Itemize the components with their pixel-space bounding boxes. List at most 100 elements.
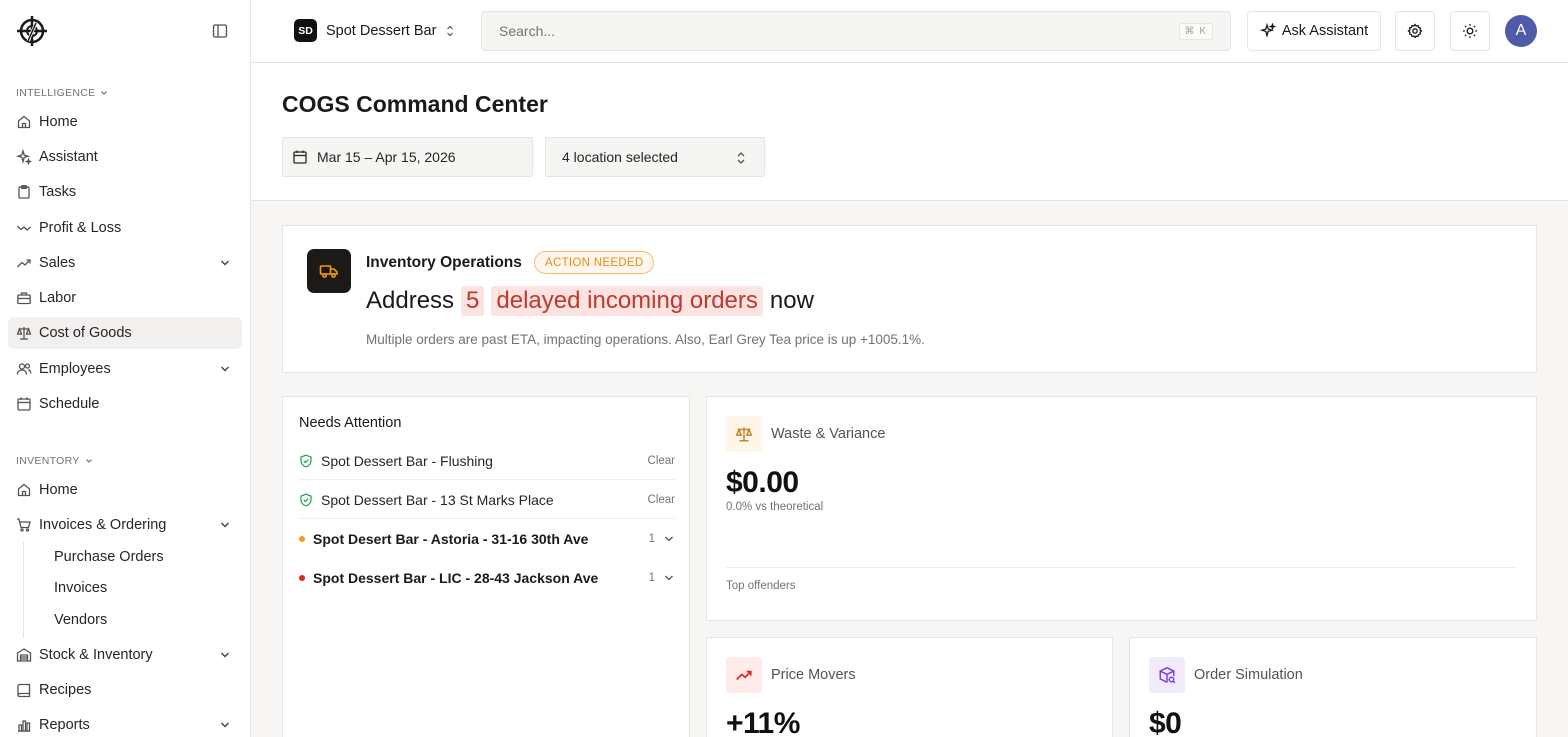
location-row[interactable]: Spot Dessert Bar - LIC - 28-43 Jackson A… [299, 559, 675, 597]
order-simulation-card[interactable]: Order Simulation $0 [1129, 637, 1537, 737]
date-range-value: Mar 15 – Apr 15, 2026 [317, 149, 456, 165]
sidebar-item-label: Invoices & Ordering [39, 517, 167, 533]
location-name: Spot Desert Bar - Astoria - 31-16 30th A… [313, 531, 589, 547]
location-status: Clear [648, 494, 675, 506]
sidebar-item-label: Cost of Goods [39, 325, 132, 341]
home-icon [17, 115, 31, 129]
theme-toggle-button[interactable] [1450, 11, 1490, 51]
submenu-guide-line [23, 542, 24, 638]
ask-assistant-button[interactable]: Ask Assistant [1247, 11, 1381, 51]
issue-count: 1 [648, 533, 655, 545]
clipboard-icon [18, 185, 30, 199]
waste-variance-card[interactable]: Waste & Variance $0.00 0.0% vs theoretic… [706, 396, 1537, 621]
sidebar-item-cost-of-goods[interactable]: Cost of Goods [8, 317, 242, 349]
chevron-updown-icon [447, 25, 454, 36]
sidebar-subitem-purchase-orders[interactable]: Purchase Orders [54, 549, 164, 565]
clear-label: Clear [647, 454, 675, 467]
alert-headline-prefix: Address [366, 287, 455, 314]
sidebar-item-sales[interactable]: Sales [8, 247, 242, 279]
sidebar-item-label: Profit & Loss [39, 220, 122, 236]
sidebar-subitem-invoices[interactable]: Invoices [54, 580, 107, 596]
top-offenders-label: Top offenders [726, 580, 796, 592]
sidebar-item-label: Stock & Inventory [39, 647, 153, 663]
org-badge: SD [294, 19, 317, 42]
location-row[interactable]: Spot Dessert Bar - 13 St Marks Place Cle… [299, 481, 675, 519]
shield-check-icon [300, 454, 312, 467]
location-select-value: 4 location selected [562, 149, 678, 165]
location-row[interactable]: Spot Desert Bar - Astoria - 31-16 30th A… [299, 520, 675, 558]
waste-icon-box [726, 416, 762, 452]
sidebar-item-stock-inventory[interactable]: Stock & Inventory [8, 639, 242, 671]
sidebar-item-tasks[interactable]: Tasks [8, 176, 242, 208]
page-title: COGS Command Center [282, 91, 548, 117]
location-name: Spot Dessert Bar - 13 St Marks Place [321, 491, 554, 508]
sidebar-item-label: Employees [39, 361, 111, 377]
warning-dot-icon [299, 536, 305, 542]
chevron-down-icon[interactable] [663, 572, 675, 584]
search-shortcut-badge: ⌘ K [1178, 23, 1213, 40]
sidebar-toggle-icon[interactable] [212, 23, 230, 39]
app-logo-icon[interactable] [16, 15, 48, 47]
trending-up-icon [17, 259, 31, 268]
chevron-down-icon[interactable] [663, 533, 675, 545]
sparkle-icon [1259, 23, 1276, 38]
chevron-down-icon [85, 459, 92, 463]
alert-description: Multiple orders are past ETA, impacting … [366, 332, 925, 347]
cart-icon [17, 518, 31, 532]
warehouse-icon [16, 648, 32, 662]
sidebar-subitem-vendors[interactable]: Vendors [54, 612, 107, 628]
user-avatar[interactable]: A [1505, 15, 1537, 47]
section-intelligence[interactable]: INTELLIGENCE [16, 87, 109, 99]
sidebar-item-reports[interactable]: Reports [8, 709, 242, 737]
search-placeholder: Search... [499, 23, 556, 39]
users-icon [16, 363, 32, 375]
location-row[interactable]: Spot Dessert Bar - Flushing Clear [299, 442, 675, 480]
sidebar-item-inventory-home[interactable]: Home [8, 474, 242, 506]
divider [726, 567, 1517, 568]
sidebar-item-invoices-ordering[interactable]: Invoices & Ordering [8, 509, 242, 541]
sidebar-item-label: Labor [39, 290, 77, 306]
settings-button[interactable] [1395, 11, 1435, 51]
alert-headline: Address 5 delayed incoming orders now [366, 286, 814, 316]
scale-icon [16, 327, 32, 340]
sidebar-item-employees[interactable]: Employees [8, 353, 242, 385]
price-movers-card[interactable]: Price Movers +11% [706, 637, 1113, 737]
alert-heading: Inventory Operations [366, 254, 522, 271]
trend-icon [17, 225, 31, 231]
waste-label: Waste & Variance [771, 426, 886, 442]
price-movers-value: +11% [726, 707, 800, 737]
truck-icon [319, 265, 338, 278]
sidebar-item-home[interactable]: Home [8, 106, 242, 138]
location-select[interactable]: 4 location selected [545, 137, 765, 177]
date-range-picker[interactable]: Mar 15 – Apr 15, 2026 [282, 137, 533, 177]
sidebar-item-label: Schedule [39, 396, 100, 412]
sidebar-item-labor[interactable]: Labor [8, 282, 242, 314]
book-icon [17, 683, 31, 698]
action-needed-badge: ACTION NEEDED [534, 251, 655, 274]
sidebar-item-assistant[interactable]: Assistant [8, 141, 242, 173]
alert-headline-highlight[interactable]: delayed incoming orders [491, 286, 763, 316]
section-intelligence-label: INTELLIGENCE [16, 87, 96, 99]
location-name: Spot Dessert Bar - Flushing [321, 452, 493, 469]
trending-up-icon [736, 670, 752, 681]
sidebar-item-label: Assistant [39, 149, 98, 165]
search-input[interactable]: Search... ⌘ K [481, 11, 1231, 51]
sparkle-icon [16, 149, 32, 165]
sidebar-item-schedule[interactable]: Schedule [8, 388, 242, 420]
page-header: COGS Command Center Mar 15 – Apr 15, 202… [251, 63, 1568, 201]
location-status: Clear [648, 455, 675, 467]
sidebar-item-recipes[interactable]: Recipes [8, 674, 242, 706]
package-search-icon [1159, 667, 1176, 684]
org-switcher[interactable]: SD Spot Dessert Bar [294, 19, 455, 42]
sun-icon [1463, 24, 1477, 38]
sidebar-item-profit-loss[interactable]: Profit & Loss [8, 212, 242, 244]
sidebar-item-label: Reports [39, 717, 90, 733]
section-inventory[interactable]: INVENTORY [16, 455, 94, 467]
sidebar-item-label: Home [39, 482, 78, 498]
needs-attention-title: Needs Attention [299, 415, 402, 431]
org-name: Spot Dessert Bar [326, 22, 437, 39]
location-status: 1 [649, 572, 675, 584]
issue-count: 1 [648, 572, 655, 584]
ask-assistant-label: Ask Assistant [1281, 23, 1369, 39]
inventory-alert-card: Inventory Operations ACTION NEEDED Addre… [282, 225, 1537, 373]
